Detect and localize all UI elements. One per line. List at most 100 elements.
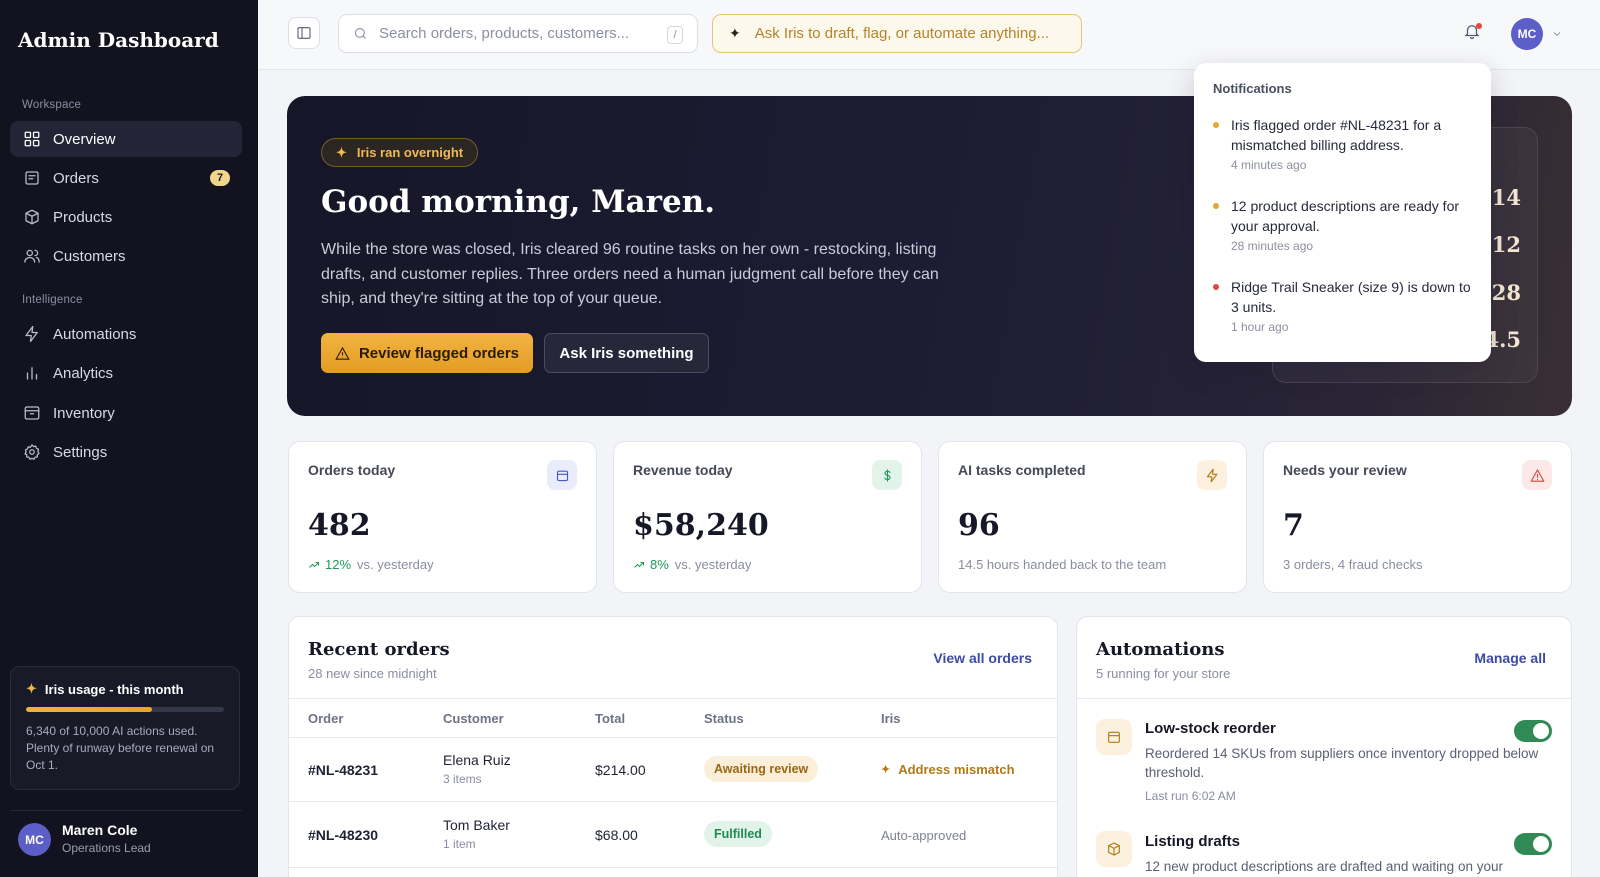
summary-value: 14 — [1491, 185, 1521, 210]
user-name: Maren Cole — [62, 822, 138, 838]
stat-label: Needs your review — [1283, 462, 1407, 478]
trend-up-icon — [634, 561, 644, 568]
alert-icon — [1522, 460, 1552, 490]
stat-sub-text: vs. yesterday — [357, 557, 434, 572]
stat-value: 96 — [958, 508, 1000, 543]
avatar[interactable]: MC — [18, 823, 51, 856]
usage-progress-bar — [26, 707, 224, 712]
stat-sub: 3 orders, 4 fraud checks — [1283, 557, 1423, 572]
account-menu-button[interactable] — [1551, 27, 1563, 45]
notification-text: 12 product descriptions are ready for yo… — [1231, 198, 1460, 234]
sidebar-item-customers[interactable]: Customers — [10, 238, 242, 274]
notifications-title: Notifications — [1213, 81, 1292, 96]
search-icon — [354, 27, 366, 39]
sparkle-icon: ✦ — [26, 681, 37, 696]
iris-status-text: Auto-approved — [881, 828, 967, 843]
panel-subtitle: 28 new since midnight — [308, 666, 437, 681]
search-shortcut-key: / — [667, 26, 683, 44]
column-header: Customer — [443, 711, 504, 726]
trend-value: 8% — [650, 557, 669, 572]
search-input[interactable] — [379, 25, 659, 42]
column-header: Iris — [881, 711, 901, 726]
stat-card-revenue: Revenue today $58,240 8% vs. yesterday — [613, 441, 922, 593]
order-customer: Elena Ruiz 3 items — [443, 752, 511, 786]
notification-dot — [1213, 122, 1219, 128]
iris-usage-card: ✦ Iris usage - this month 6,340 of 10,00… — [10, 666, 240, 790]
sidebar-item-label: Orders — [53, 169, 99, 187]
sidebar-toggle-button[interactable] — [288, 17, 320, 49]
iris-flag-text: Address mismatch — [898, 762, 1015, 777]
sidebar-item-automations[interactable]: Automations — [10, 316, 242, 352]
order-id[interactable]: #NL-48230 — [308, 827, 378, 843]
box-icon — [1096, 831, 1132, 867]
search-bar[interactable]: / — [338, 14, 698, 53]
recent-orders-panel: Recent orders 28 new since midnight View… — [288, 616, 1058, 877]
sidebar-item-analytics[interactable]: Analytics — [10, 355, 242, 391]
panel-title: Recent orders — [308, 639, 450, 660]
automation-last-run: Last run 6:02 AM — [1145, 789, 1236, 803]
avatar[interactable]: MC — [1511, 18, 1543, 50]
sidebar-item-overview[interactable]: Overview — [10, 121, 242, 157]
customer-name: Tom Baker — [443, 817, 510, 833]
stat-card-needs-review: Needs your review 7 3 orders, 4 fraud ch… — [1263, 441, 1572, 593]
sidebar-item-settings[interactable]: Settings — [10, 434, 242, 470]
bar-chart-icon — [26, 367, 38, 380]
sidebar-item-label: Settings — [53, 443, 108, 461]
notification-time: 1 hour ago — [1231, 320, 1289, 334]
item-count: 1 item — [443, 837, 476, 851]
order-id[interactable]: #NL-48231 — [308, 762, 378, 778]
summary-value: 12 — [1491, 232, 1521, 257]
sidebar-item-label: Inventory — [53, 404, 115, 422]
stat-sub: 8% vs. yesterday — [633, 557, 751, 572]
stat-label: Revenue today — [633, 462, 733, 478]
greeting-title: Good morning, Maren. — [321, 184, 716, 220]
orders-icon — [25, 171, 39, 185]
notification-dot — [1213, 284, 1219, 290]
nav-section-intelligence: Intelligence — [22, 294, 83, 306]
status-badge: Awaiting review — [704, 756, 819, 782]
item-count: 3 items — [443, 772, 482, 786]
notification-item[interactable]: Ridge Trail Sneaker (size 9) is down to … — [1213, 277, 1475, 334]
notifications-button[interactable] — [1463, 22, 1483, 44]
dollar-icon — [872, 460, 902, 490]
sidebar-item-label: Customers — [53, 247, 126, 265]
stat-sub: 14.5 hours handed back to the team — [958, 557, 1167, 572]
ask-iris-input[interactable]: ✦ Ask Iris to draft, flag, or automate a… — [712, 14, 1082, 53]
sparkle-icon: ✦ — [881, 764, 891, 776]
sidebar-item-products[interactable]: Products — [10, 199, 242, 235]
column-header: Status — [704, 711, 744, 726]
notification-text: Ridge Trail Sneaker (size 9) is down to … — [1231, 279, 1471, 315]
review-flagged-orders-button[interactable]: Review flagged orders — [321, 333, 533, 373]
manage-automations-link[interactable]: Manage all — [1474, 650, 1546, 666]
brand-title: Admin Dashboard — [18, 28, 219, 52]
stat-card-ai-tasks: AI tasks completed 96 14.5 hours handed … — [938, 441, 1247, 593]
panel-divider — [1077, 698, 1571, 699]
sidebar-item-label: Automations — [53, 325, 137, 343]
notification-item[interactable]: Iris flagged order #NL-48231 for a misma… — [1213, 115, 1475, 172]
panel-subtitle: 5 running for your store — [1096, 666, 1231, 681]
usage-title: ✦ Iris usage - this month — [26, 681, 224, 697]
ask-iris-button[interactable]: Ask Iris something — [544, 333, 709, 373]
stat-sub-text: vs. yesterday — [674, 557, 752, 572]
column-header: Order — [308, 711, 344, 726]
trend-up: 8% — [633, 557, 669, 572]
archive-icon — [24, 406, 40, 420]
warning-icon — [335, 346, 350, 360]
automation-toggle[interactable] — [1514, 833, 1552, 855]
automation-toggle[interactable] — [1514, 720, 1552, 742]
sidebar-item-inventory[interactable]: Inventory — [10, 395, 242, 431]
automations-panel: Automations 5 running for your store Man… — [1076, 616, 1572, 877]
sidebar: Admin Dashboard Workspace Overview Order… — [0, 0, 258, 877]
automation-name: Low-stock reorder — [1145, 720, 1276, 737]
table-divider — [289, 867, 1057, 868]
usage-title-text: Iris usage - this month — [44, 681, 184, 697]
gear-icon — [24, 444, 40, 460]
notification-item[interactable]: 12 product descriptions are ready for yo… — [1213, 196, 1475, 253]
stat-label: AI tasks completed — [958, 462, 1086, 478]
table-divider — [289, 737, 1057, 738]
sidebar-toggle-icon — [297, 27, 311, 39]
customer-name: Elena Ruiz — [443, 752, 511, 768]
sidebar-item-orders[interactable]: Orders 7 — [10, 160, 242, 196]
view-all-orders-link[interactable]: View all orders — [933, 650, 1032, 666]
summary-value: 28 — [1491, 280, 1521, 305]
